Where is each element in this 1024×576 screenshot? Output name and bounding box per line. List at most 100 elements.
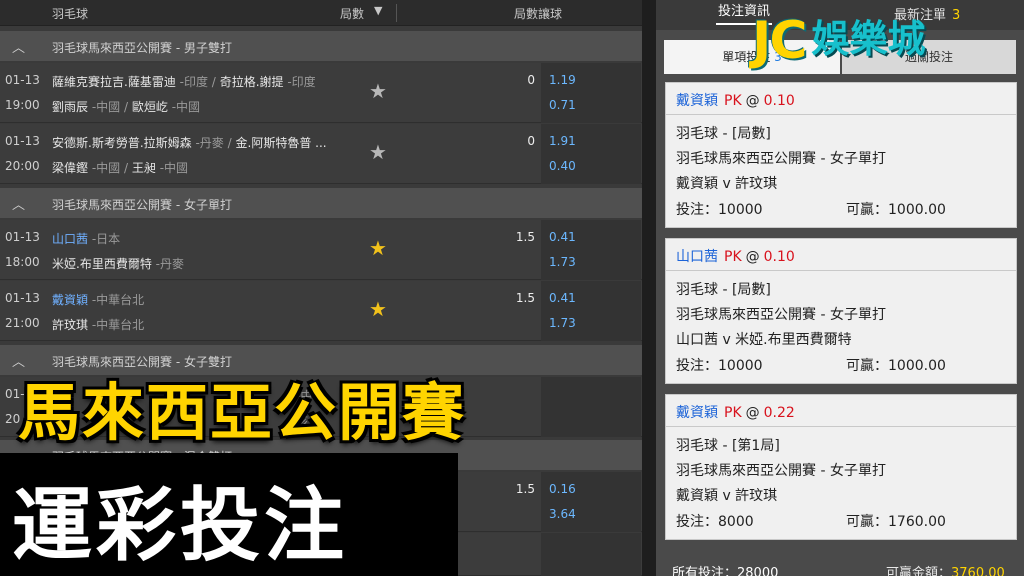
match-row[interactable]: 01-13 19:00 薩維克賽拉吉.薩基雷迪 -印度 / 奇拉格.謝提 -印度… [0,63,642,123]
logo-mark: JC [752,11,807,71]
odds-away[interactable]: 1.73 [549,316,576,330]
league-title: 羽毛球馬來西亞公開賽 - 男子雙打 [52,41,232,55]
bet-card-header: 山口茜 PK @0.10 [666,239,1016,271]
league-section-header[interactable]: ︿ 羽毛球馬來西亞公開賽 - 男子雙打 [0,31,642,61]
bet-market: PK [724,93,742,109]
match-row[interactable]: 01-13 18:00 山口茜 -日本 米婭.布里西費爾特 -丹麥 ★ 1.5 … [0,220,642,280]
bet-card-body: 羽毛球 - [局數] 羽毛球馬來西亞公開賽 - 女子單打 山口茜 v 米婭.布里… [666,271,1016,383]
odds-home[interactable]: 0.41 [549,230,576,244]
bet-market-type: 羽毛球 - [局數] [676,282,771,298]
bet-card-body: 羽毛球 - [局數] 羽毛球馬來西亞公開賽 - 女子單打 戴資穎 v 許玟琪 投… [666,115,1016,227]
odds-away[interactable]: 1.73 [549,255,576,269]
odds-home[interactable]: 0.16 [549,482,576,496]
favorite-star-icon[interactable]: ★ [369,238,387,258]
match-date: 01-13 [5,291,40,305]
bet-selection: 山口茜 [676,249,718,265]
bet-market-type: 羽毛球 - [局數] [676,126,771,142]
bet-slip-panel: 投注資訊 最新注單 3 單項投注 3 過關投注 戴資穎 PK @0.10 羽毛球 - … [656,0,1024,576]
league-section-header[interactable]: ︿ 羽毛球馬來西亞公開賽 - 女子單打 [0,188,642,218]
away-player: 米婭.布里西費爾特 -丹麥 [52,257,184,271]
odds-away[interactable]: 0.71 [549,98,576,112]
panel-divider [642,0,656,576]
total-potential-win: 可贏金額：3760.00 [886,566,1005,576]
bet-totals: 所有投注：28000 可贏金額：3760.00 [672,562,1005,576]
odds-away[interactable]: 3.64 [549,507,576,521]
match-date: 01-13 [5,230,40,244]
match-date: 01-13 [5,134,40,148]
home-player: 戴資穎 -中華台北 [52,293,145,307]
bet-card-body: 羽毛球 - [第1局] 羽毛球馬來西亞公開賽 - 女子單打 戴資穎 v 許玟琪 … [666,427,1016,539]
bet-potential-win: 可贏：1000.00 [846,358,946,374]
bet-market: PK [724,249,742,265]
sport-column-label: 羽毛球 [52,7,89,21]
caret-down-icon[interactable]: ▼ [374,4,382,17]
favorite-star-icon[interactable]: ★ [369,299,387,319]
bet-selection: 戴資穎 [676,93,718,109]
bet-card: 戴資穎 PK @0.22 羽毛球 - [第1局] 羽毛球馬來西亞公開賽 - 女子單打… [665,394,1017,540]
odds-column [541,220,641,280]
total-stake: 所有投注：28000 [672,566,779,576]
chevron-up-icon[interactable]: ︿ [12,37,25,56]
handicap-value: 1.5 [515,230,535,244]
bet-odds: 0.22 [763,405,795,421]
bet-potential-win: 可贏：1000.00 [846,202,946,218]
match-row[interactable]: 01-13 20:00 安德斯.斯考勞普.拉斯姆森 -丹麥 / 金.阿斯特魯普 … [0,124,642,184]
handicap-value: 1.5 [515,291,535,305]
home-players: 安德斯.斯考勞普.拉斯姆森 -丹麥 / 金.阿斯特魯普 ... [52,136,327,150]
brand-logo: JC 娛樂城 [752,8,926,71]
bet-stake: 投注：8000 [676,514,754,530]
favorite-star-icon[interactable]: ★ [369,142,387,162]
bet-matchup: 戴資穎 v 許玟琪 [676,488,778,504]
bet-stake: 投注：10000 [676,358,763,374]
handicap-value: 0 [527,73,535,87]
handicap-value: 0 [527,134,535,148]
odds-column [541,377,641,437]
bet-potential-win: 可贏：1760.00 [846,514,946,530]
odds-home[interactable]: 1.19 [549,73,576,87]
league-title: 羽毛球馬來西亞公開賽 - 女子單打 [52,198,232,212]
match-row[interactable]: 01-13 21:00 戴資穎 -中華台北 許玟琪 -中華台北 ★ 1.5 0.… [0,281,642,341]
bet-league: 羽毛球馬來西亞公開賽 - 女子單打 [676,463,886,479]
away-player: 許玟琪 -中華台北 [52,318,145,332]
chevron-up-icon[interactable]: ︿ [12,194,25,213]
bet-league: 羽毛球馬來西亞公開賽 - 女子單打 [676,151,886,167]
match-time: 21:00 [5,316,40,330]
bet-stake: 投注：10000 [676,202,763,218]
bet-odds: 0.10 [763,249,795,265]
bet-market: PK [724,405,742,421]
handicap-value: 1.5 [515,482,535,496]
handicap-column-label: 局數讓球 [514,7,563,21]
column-divider [396,4,397,22]
bet-card: 戴資穎 PK @0.10 羽毛球 - [局數] 羽毛球馬來西亞公開賽 - 女子單打 … [665,82,1017,228]
odds-column [541,63,641,123]
home-players: 薩維克賽拉吉.薩基雷迪 -印度 / 奇拉格.謝提 -印度 [52,75,316,89]
odds-table-header: 羽毛球 局數 ▼ 局數讓球 [0,0,642,26]
match-date: 01-13 [5,73,40,87]
bet-card: 山口茜 PK @0.10 羽毛球 - [局數] 羽毛球馬來西亞公開賽 - 女子單打 … [665,238,1017,384]
odds-away[interactable]: 0.40 [549,159,576,173]
bet-selection: 戴資穎 [676,405,718,421]
bet-matchup: 山口茜 v 米婭.布里西費爾特 [676,332,852,348]
odds-home[interactable]: 0.41 [549,291,576,305]
away-players: 梁偉鏗 -中國 / 王昶 -中國 [52,161,189,175]
odds-column [541,281,641,341]
odds-home[interactable]: 1.91 [549,134,576,148]
home-player: 山口茜 -日本 [52,232,121,246]
favorite-star-icon[interactable]: ★ [369,81,387,101]
logo-brand-name: 娛樂城 [811,17,926,61]
sort-dropdown-label[interactable]: 局數 [340,5,364,22]
match-time: 18:00 [5,255,40,269]
bet-league: 羽毛球馬來西亞公開賽 - 女子單打 [676,307,886,323]
away-players: 劉雨辰 -中國 / 歐烜屹 -中國 [52,100,201,114]
bet-card-header: 戴資穎 PK @0.10 [666,83,1016,115]
odds-column [541,533,641,576]
overlay-subtitle: 運彩投注 [12,479,348,572]
overlay-title: 馬來西亞公開賽 [18,376,467,449]
match-time: 19:00 [5,98,40,112]
recent-count-badge: 3 [952,8,961,23]
bet-matchup: 戴資穎 v 許玟琪 [676,176,778,192]
bet-market-type: 羽毛球 - [第1局] [676,438,780,454]
bet-odds: 0.10 [763,93,795,109]
odds-column [541,472,641,532]
bet-card-header: 戴資穎 PK @0.22 [666,395,1016,427]
